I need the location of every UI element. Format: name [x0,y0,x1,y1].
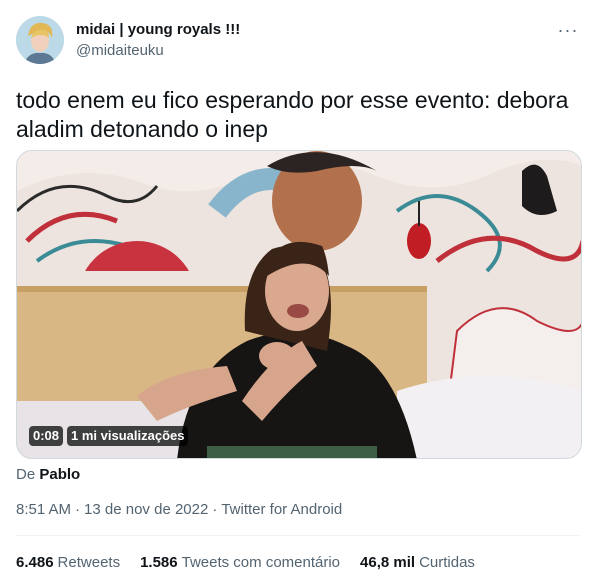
video-thumbnail [17,151,581,458]
tweet-meta: 8:51 AM · 13 de nov de 2022 · Twitter for An… [16,500,342,519]
meta-separator: · [75,501,81,518]
author-block: midai | young royals !!! @midaiteuku [76,20,240,60]
avatar[interactable] [16,16,64,64]
quote-tweets-label: Tweets com comentário [181,554,341,571]
view-count: 1 mi visualizações [67,426,189,446]
divider [16,535,580,536]
tweet-date[interactable]: 13 de nov de 2022 [84,501,208,518]
video-duration: 0:08 [29,426,64,446]
likes-stat[interactable]: 46,8 mil Curtidas [360,553,475,572]
video-overlay: 0:08 1 mi visualizações [29,426,189,446]
tweet-time[interactable]: 8:51 AM [16,501,71,518]
retweets-label: Retweets [57,554,121,571]
media-attribution: De Pablo [16,465,80,484]
attribution-source-link[interactable]: Pablo [39,466,80,483]
tweet-text: todo enem eu fico esperando por esse eve… [16,87,569,142]
more-options-button[interactable]: ··· [556,18,580,42]
likes-label: Curtidas [419,554,475,571]
retweets-stat[interactable]: 6.486 Retweets [16,553,120,572]
user-handle[interactable]: @midaiteuku [76,41,240,60]
retweets-count: 6.486 [16,554,54,571]
display-name[interactable]: midai | young royals !!! [76,20,240,39]
tweet-client[interactable]: Twitter for Android [221,501,342,518]
quote-tweets-stat[interactable]: 1.586 Tweets com comentário [140,553,340,572]
likes-count: 46,8 mil [360,554,416,571]
tweet-stats: 6.486 Retweets 1.586 Tweets com comentário… [16,553,475,572]
meta-separator: · [212,501,218,518]
quote-tweets-count: 1.586 [140,554,178,571]
attribution-prefix: De [16,466,36,483]
avatar-icon [16,16,64,64]
tweet: midai | young royals !!! @midaiteuku ···… [0,0,596,586]
video-player[interactable]: 0:08 1 mi visualizações [16,150,582,459]
